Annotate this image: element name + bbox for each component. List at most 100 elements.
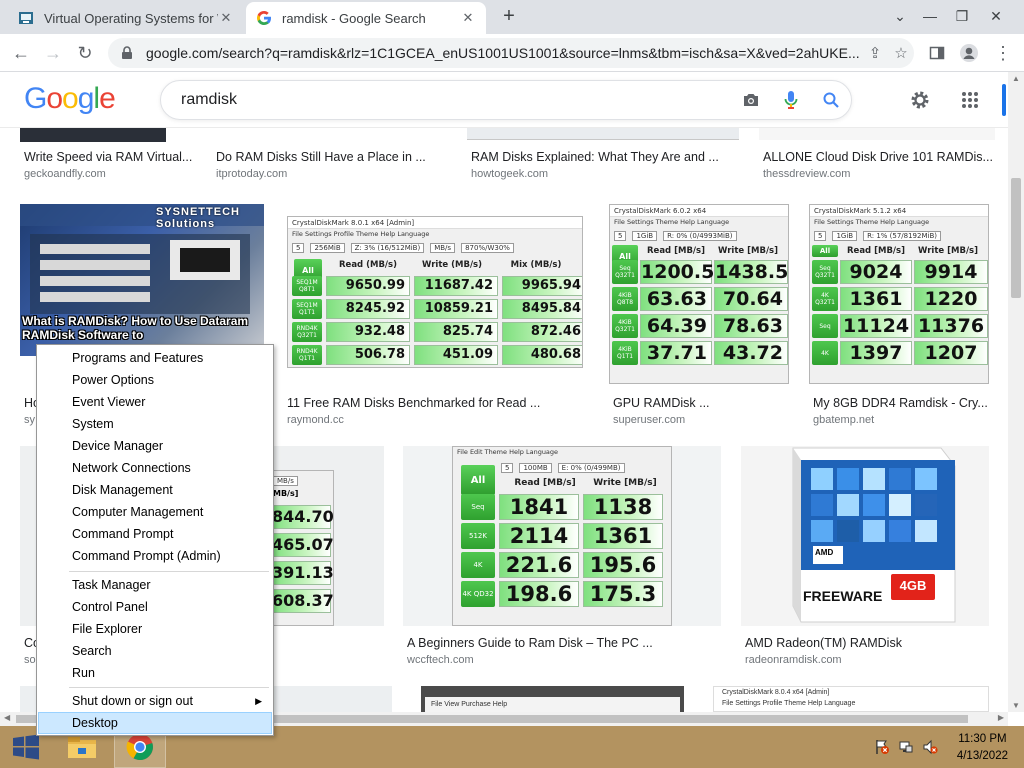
close-window-icon[interactable]: ✕: [980, 0, 1012, 32]
new-tab-button[interactable]: +: [498, 6, 520, 28]
result-source[interactable]: superuser.com: [613, 414, 685, 426]
minimize-icon[interactable]: —: [914, 0, 946, 32]
benchmark-controls: 5 1GiB R: 0% (0/4993MiB): [610, 228, 788, 244]
result-title[interactable]: 11 Free RAM Disks Benchmarked for Read .…: [287, 396, 540, 410]
result-title[interactable]: A Beginners Guide to Ram Disk – The PC .…: [407, 636, 653, 650]
menu-item-command-prompt-admin[interactable]: Command Prompt (Admin): [38, 545, 272, 567]
row-value: 10859.21: [414, 299, 498, 319]
tab-virtual-os[interactable]: Virtual Operating Systems for W ✕: [8, 2, 244, 34]
tab-close-icon[interactable]: ✕: [460, 10, 476, 26]
result-source[interactable]: sy: [24, 414, 35, 426]
result-title[interactable]: Write Speed via RAM Virtual...: [24, 150, 202, 164]
scroll-up-icon[interactable]: ▲: [1012, 74, 1020, 83]
restore-icon[interactable]: ❐: [946, 0, 978, 32]
address-bar[interactable]: google.com/search?q=ramdisk&rlz=1C1GCEA_…: [108, 38, 914, 68]
result-thumbnail[interactable]: AMD 4GB FREEWARE: [741, 446, 989, 626]
scroll-left-icon[interactable]: ◀: [4, 713, 10, 722]
result-thumbnail[interactable]: [759, 128, 995, 140]
result-thumbnail[interactable]: [467, 128, 739, 140]
result-source[interactable]: thessdreview.com: [763, 168, 850, 180]
result-card[interactable]: CrystalDiskMark 5.1.2 x64 File Settings …: [809, 204, 989, 426]
system-clock[interactable]: 11:30 PM 4/13/2022: [957, 731, 1008, 765]
apps-grid-icon[interactable]: [958, 88, 982, 112]
reload-icon[interactable]: ↻: [72, 40, 98, 66]
result-title[interactable]: RAM Disks Explained: What They Are and .…: [471, 150, 719, 164]
row-value: 9965.94: [502, 276, 582, 296]
account-edge[interactable]: [1002, 84, 1006, 116]
scrollbar-thumb[interactable]: [1011, 178, 1021, 298]
vertical-scrollbar[interactable]: ▲ ▼: [1008, 72, 1024, 712]
result-thumbnail[interactable]: [20, 128, 166, 142]
scroll-right-icon[interactable]: ▶: [998, 713, 1004, 722]
benchmark-rows: Seq Q32T1 9024 9914 4K Q32T1 1361 1220 Seq 11…: [812, 257, 988, 365]
menu-item-file-explorer[interactable]: File Explorer: [38, 618, 272, 640]
menu-item-network-connections[interactable]: Network Connections: [38, 457, 272, 479]
result-source[interactable]: radeonramdisk.com: [745, 654, 842, 666]
menu-item-shutdown[interactable]: Shut down or sign out ▶: [38, 690, 272, 712]
result-card[interactable]: AMD 4GB FREEWARE AMD Radeon(TM) RAMDisk …: [741, 446, 989, 666]
menu-item-desktop[interactable]: Desktop: [38, 712, 272, 734]
menu-item-device-manager[interactable]: Device Manager: [38, 435, 272, 457]
result-card[interactable]: CrystalDiskMark 8.0.4 x64 [Admin] File S…: [713, 686, 989, 712]
result-thumbnail[interactable]: File Edit Theme Help Language All 5 100M…: [403, 446, 721, 626]
result-source[interactable]: so: [24, 654, 36, 666]
search-icon[interactable]: [811, 80, 851, 120]
result-thumbnail[interactable]: CrystalDiskMark 5.1.2 x64 File Settings …: [809, 204, 989, 384]
result-card[interactable]: File View Purchase Help: [421, 686, 684, 712]
result-source[interactable]: raymond.cc: [287, 414, 344, 426]
forward-arrow-icon[interactable]: →: [40, 40, 66, 66]
menu-item-command-prompt[interactable]: Command Prompt: [38, 523, 272, 545]
menu-item-disk-management[interactable]: Disk Management: [38, 479, 272, 501]
result-source[interactable]: itprotoday.com: [216, 168, 287, 180]
menu-item-system[interactable]: System: [38, 413, 272, 435]
result-source[interactable]: geckoandfly.com: [24, 168, 106, 180]
result-thumbnail[interactable]: CrystalDiskMark 6.0.2 x64 File Settings …: [609, 204, 789, 384]
result-source[interactable]: wccftech.com: [407, 654, 474, 666]
search-input[interactable]: ramdisk: [181, 91, 731, 109]
volume-muted-icon[interactable]: [920, 726, 940, 768]
kebab-menu-icon[interactable]: ⋮: [990, 40, 1016, 66]
tab-search-chevron-icon[interactable]: ⌄: [884, 0, 916, 32]
result-card[interactable]: CrystalDiskMark 6.0.2 x64 File Settings …: [609, 204, 789, 426]
menu-item-computer-management[interactable]: Computer Management: [38, 501, 272, 523]
google-logo[interactable]: Google: [24, 82, 116, 116]
sidebar-icon[interactable]: [924, 40, 950, 66]
network-icon[interactable]: [896, 726, 916, 768]
camera-icon[interactable]: [731, 80, 771, 120]
row-value: 1207: [914, 341, 988, 365]
menu-item-programs-features[interactable]: Programs and Features: [38, 347, 272, 369]
menu-item-search[interactable]: Search: [38, 640, 272, 662]
result-title[interactable]: Do RAM Disks Still Have a Place in ...: [216, 150, 426, 164]
result-title[interactable]: GPU RAMDisk ...: [613, 396, 710, 410]
result-thumbnail[interactable]: CrystalDiskMark 8.0.4 x64 [Admin] File S…: [713, 686, 989, 712]
scroll-down-icon[interactable]: ▼: [1012, 701, 1020, 710]
menu-item-power-options[interactable]: Power Options: [38, 369, 272, 391]
result-source[interactable]: gbatemp.net: [813, 414, 874, 426]
tab-strip: Virtual Operating Systems for W ✕ ramdis…: [0, 0, 1024, 34]
menu-item-control-panel[interactable]: Control Panel: [38, 596, 272, 618]
result-title[interactable]: My 8GB DDR4 Ramdisk - Cry...: [813, 396, 989, 410]
result-card[interactable]: File Edit Theme Help Language All 5 100M…: [403, 446, 721, 666]
menu-item-run[interactable]: Run: [38, 662, 272, 684]
result-title[interactable]: AMD Radeon(TM) RAMDisk: [745, 636, 902, 650]
result-thumbnail[interactable]: SYSNETTECH Solutions What is RAMDisk? Ho…: [20, 204, 264, 356]
result-card[interactable]: CrystalDiskMark 8.0.1 x64 [Admin] File S…: [283, 204, 591, 426]
bookmark-star-icon[interactable]: ☆: [888, 44, 914, 62]
all-button: All: [812, 245, 838, 257]
microphone-icon[interactable]: [771, 80, 811, 120]
tab-title: Virtual Operating Systems for W: [44, 10, 218, 26]
back-arrow-icon[interactable]: ←: [8, 40, 34, 66]
menu-item-event-viewer[interactable]: Event Viewer: [38, 391, 272, 413]
tab-close-icon[interactable]: ✕: [218, 10, 234, 26]
result-thumbnail[interactable]: CrystalDiskMark 8.0.1 x64 [Admin] File S…: [283, 204, 591, 382]
result-source[interactable]: howtogeek.com: [471, 168, 548, 180]
result-title[interactable]: ALLONE Cloud Disk Drive 101 RAMDis...: [763, 150, 993, 164]
menu-item-task-manager[interactable]: Task Manager: [38, 574, 272, 596]
settings-gear-icon[interactable]: [908, 88, 932, 112]
result-thumbnail[interactable]: File View Purchase Help: [421, 686, 684, 712]
action-center-flag-icon[interactable]: [872, 726, 892, 768]
tab-google-search[interactable]: ramdisk - Google Search ✕: [246, 2, 486, 34]
profile-avatar-icon[interactable]: [956, 40, 982, 66]
search-box[interactable]: ramdisk: [160, 80, 852, 120]
share-icon[interactable]: ⇪: [862, 44, 888, 62]
